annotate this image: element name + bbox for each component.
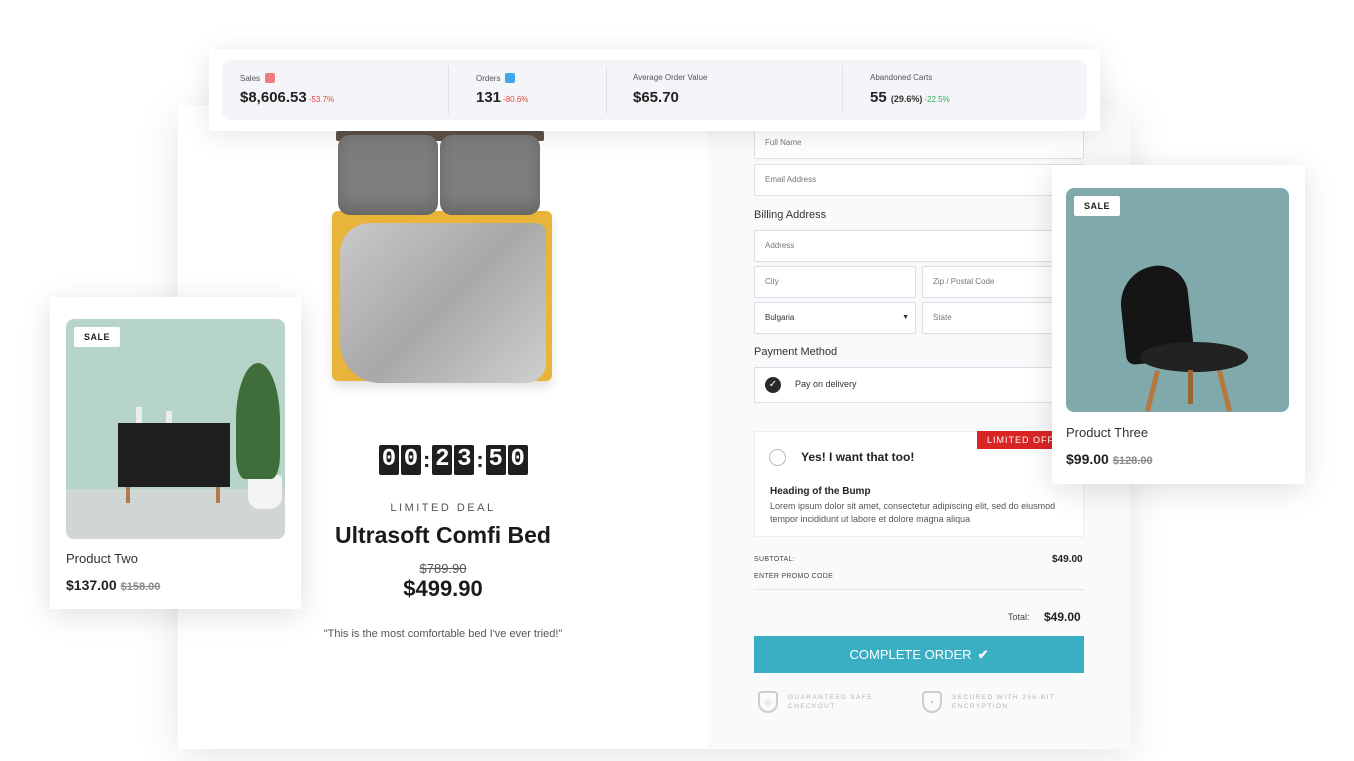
product-three-image: SALE — [1066, 188, 1289, 412]
full-name-field[interactable]: Full Name — [754, 127, 1084, 159]
sales-legend-swatch — [265, 73, 276, 83]
bed-image — [326, 105, 558, 395]
countdown-timer: 0 0 : 2 3 : 5 0 — [378, 445, 529, 475]
product-two-old-price: $158.00 — [120, 581, 161, 593]
countdown-digit: 0 — [507, 445, 528, 475]
total-label: Total: — [1008, 612, 1030, 622]
lock-icon: ▪ — [922, 691, 942, 713]
sale-badge: SALE — [74, 327, 121, 347]
complete-order-button[interactable]: COMPLETE ORDER ✔ — [754, 636, 1084, 673]
address-field[interactable]: Address — [754, 230, 1084, 262]
checkmark-icon: ✔ — [977, 647, 989, 662]
subtotal-label: SUBTOTAL: — [754, 556, 795, 563]
product-two-image: SALE — [66, 319, 285, 539]
city-field[interactable]: City — [754, 266, 916, 298]
sale-badge: SALE — [1074, 196, 1121, 216]
promo-code-link[interactable]: ENTER PROMO CODE — [754, 573, 833, 580]
billing-address-label: Billing Address — [754, 209, 827, 221]
product-card-three[interactable]: SALE Product Three $99.00 $128.00 — [1052, 165, 1305, 484]
countdown-digit: 0 — [401, 445, 421, 475]
stat-abandoned-change: -22.5% — [924, 95, 950, 104]
stat-sales-label: Sales — [240, 74, 261, 83]
safe-checkout-badge: ◎ GUARANTEED SAFE CHECKOUT — [758, 691, 898, 713]
stats-bar: Sales $8,606.53 -53.7% Orders 131 -80.6% A… — [209, 49, 1100, 131]
stat-aov-value: $65.70 — [633, 89, 679, 106]
safe-checkout-text: GUARANTEED SAFE CHECKOUT — [788, 694, 873, 710]
payment-option-pay-on-delivery[interactable]: ✓ Pay on delivery — [754, 367, 1084, 403]
order-bump: Yes! I want that too! LIMITED OFFER Head… — [754, 431, 1085, 537]
testimonial: "This is the most comfortable bed I've e… — [323, 628, 563, 640]
orders-legend-swatch — [505, 73, 516, 83]
caret-down-icon: ▼ — [902, 314, 909, 321]
countdown-digit: 0 — [379, 445, 399, 475]
encryption-badge: ▪ SECURED WITH 256-BIT ENCRYPTION — [922, 691, 1062, 713]
bump-title: Yes! I want that too! — [801, 450, 915, 464]
check-icon: ✓ — [765, 377, 781, 393]
product-three-old-price: $128.00 — [1112, 455, 1153, 467]
payment-method-label: Payment Method — [754, 346, 838, 358]
subtotal-value: $49.00 — [1052, 554, 1083, 565]
product-three-name: Product Three — [1066, 425, 1149, 440]
stat-orders-change: -80.6% — [503, 95, 529, 104]
bump-heading: Heading of the Bump — [770, 486, 871, 497]
stat-sales-value: $8,606.53 — [240, 89, 307, 106]
stat-abandoned-share: (29.6%) — [890, 94, 923, 104]
country-value: Bulgaria — [765, 313, 795, 322]
stat-abandoned-value: 55 — [870, 89, 887, 106]
countdown-digit: 2 — [432, 445, 453, 475]
stat-orders-label: Orders — [476, 74, 501, 83]
stat-sales-change: -53.7% — [308, 95, 335, 104]
countdown-digit: 3 — [454, 445, 475, 475]
total-value: $49.00 — [1044, 610, 1081, 624]
encryption-text: SECURED WITH 256-BIT ENCRYPTION — [952, 694, 1056, 710]
bump-radio[interactable] — [769, 449, 786, 466]
checkout-page-card: 0 0 : 2 3 : 5 0 LIMITED DEAL Ultrasoft C… — [178, 105, 1130, 749]
complete-order-label: COMPLETE ORDER — [849, 647, 972, 662]
countdown-digit: 5 — [485, 445, 506, 475]
stat-abandoned-label: Abandoned Carts — [870, 73, 933, 82]
product-two-name: Product Two — [66, 551, 139, 566]
bump-description: Lorem ipsum dolor sit amet, consectetur … — [770, 501, 1056, 524]
stat-orders-value: 131 — [476, 89, 502, 106]
country-select[interactable]: Bulgaria ▼ — [754, 302, 916, 334]
email-field[interactable]: Email Address — [754, 164, 1084, 196]
stat-aov-label: Average Order Value — [633, 73, 708, 82]
product-three-price: $99.00 — [1066, 451, 1109, 467]
product-card-two[interactable]: SALE Product Two $137.00 $158.00 — [50, 297, 301, 609]
product-two-price: $137.00 — [66, 577, 117, 593]
shield-icon: ◎ — [758, 691, 778, 713]
payment-option-label: Pay on delivery — [795, 379, 857, 389]
